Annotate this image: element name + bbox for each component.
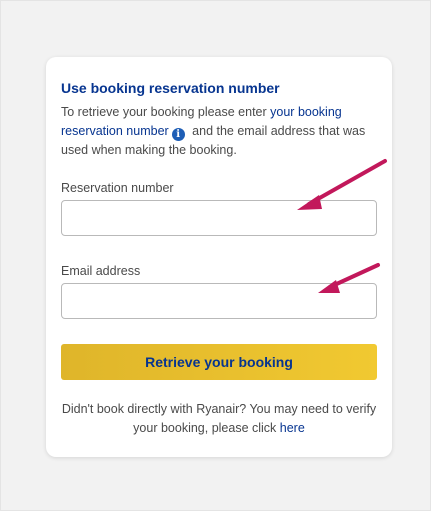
card-title: Use booking reservation number (61, 80, 280, 96)
reservation-number-input[interactable] (61, 200, 377, 236)
verify-booking-here-link[interactable]: here (280, 421, 305, 435)
info-icon[interactable]: i (171, 128, 185, 141)
intro-text-start: To retrieve your booking please enter (61, 105, 271, 119)
email-address-input[interactable] (61, 283, 377, 319)
footer-message: Didn't book directly with Ryanair? You m… (61, 402, 377, 435)
footer-text: Didn't book directly with Ryanair? You m… (56, 400, 382, 438)
email-address-label: Email address (61, 264, 141, 278)
retrieve-booking-button[interactable]: Retrieve your booking (61, 344, 377, 380)
reservation-number-label: Reservation number (61, 181, 174, 195)
intro-text: To retrieve your booking please enter yo… (61, 103, 377, 160)
booking-lookup-card: Use booking reservation number To retrie… (46, 57, 392, 457)
